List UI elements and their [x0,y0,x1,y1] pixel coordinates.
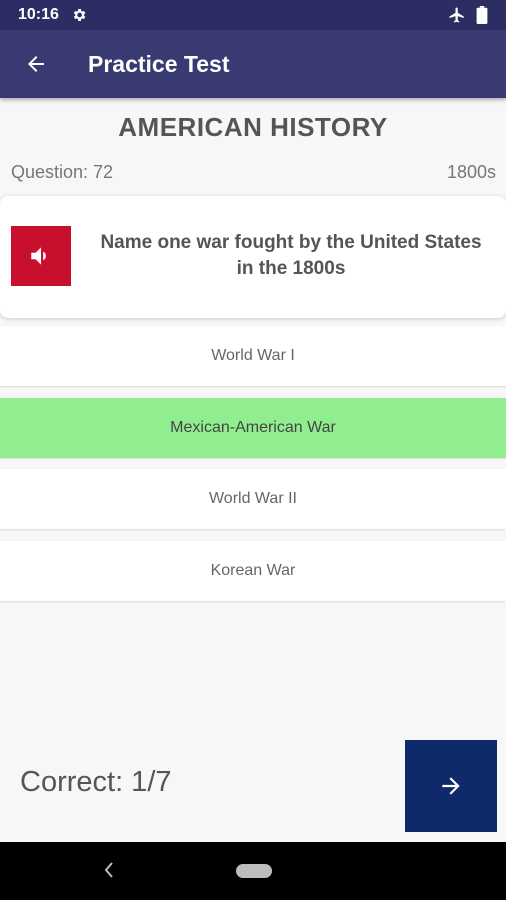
answer-option[interactable]: World War I [0,326,506,386]
app-bar: Practice Test [0,30,506,98]
status-time: 10:16 [18,6,59,23]
score-label: Correct: 1/7 [20,766,172,798]
answer-option-label: Korean War [210,562,296,579]
next-button[interactable] [405,740,497,832]
nav-back-icon[interactable] [101,860,117,880]
status-bar: 10:16 [0,0,506,30]
arrow-left-icon [28,56,44,72]
question-text: Name one war fought by the United States… [100,232,482,279]
question-number: Question: 72 [11,162,114,182]
back-button[interactable] [18,46,54,82]
answer-option[interactable]: Korean War [0,541,506,601]
system-nav-bar [0,842,506,900]
answer-option-label: Mexican-American War [170,419,336,436]
audio-button[interactable] [11,226,71,286]
subject-title: AMERICAN HISTORY [118,112,388,142]
app-title: Practice Test [88,50,230,77]
answer-option-label: World War I [211,347,295,364]
airplane-icon [449,7,464,23]
answer-option-label: World War II [208,490,297,507]
nav-home-button[interactable] [236,864,272,878]
question-card: Name one war fought by the United States… [0,196,506,318]
speaker-icon [31,247,46,265]
arrow-right-icon [442,777,460,795]
answer-option[interactable]: World War II [0,469,506,529]
gear-icon [73,9,86,21]
question-category: 1800s [446,162,496,182]
question-meta: Question: 72 1800s [11,162,496,183]
battery-icon [476,6,488,24]
answer-option-correct[interactable]: Mexican-American War [0,398,506,458]
